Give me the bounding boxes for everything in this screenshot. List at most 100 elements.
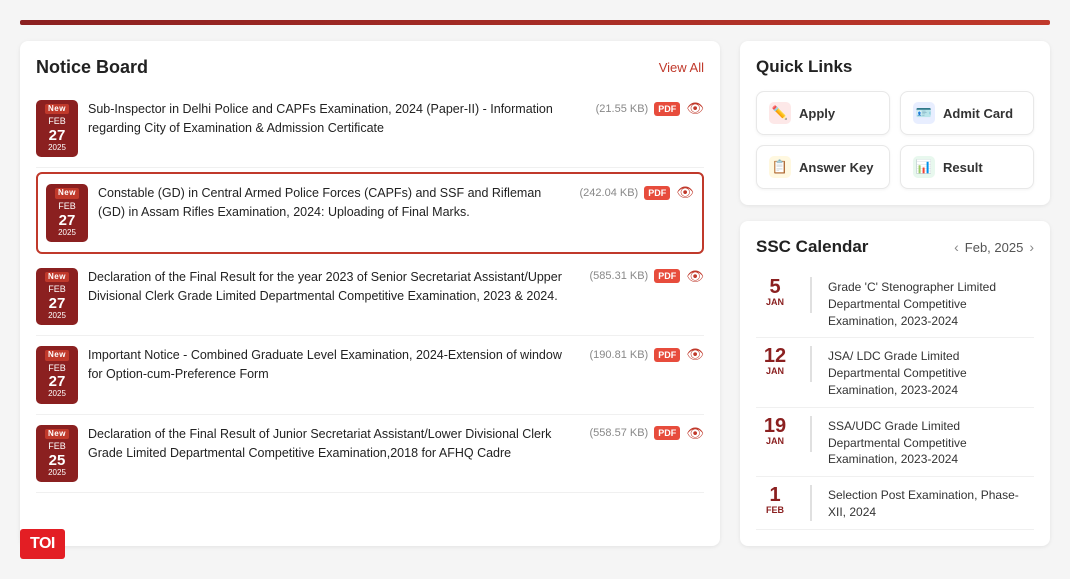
calendar-header: SSC Calendar ‹ Feb, 2025 › bbox=[756, 237, 1034, 257]
notice-text: Declaration of the Final Result for the … bbox=[88, 270, 562, 303]
badge-month: Feb bbox=[58, 201, 76, 213]
calendar-items: 5 JAN Grade 'C' Stenographer Limited Dep… bbox=[756, 269, 1034, 530]
notice-list: New Feb 27 2025 Sub-Inspector in Delhi P… bbox=[36, 90, 704, 493]
admit-label: Admit Card bbox=[943, 106, 1013, 121]
cal-prev-arrow[interactable]: ‹ bbox=[954, 239, 959, 255]
file-size: (242.04 KB) bbox=[580, 187, 639, 199]
badge-year: 2025 bbox=[48, 389, 66, 399]
notice-meta: (585.31 KB) PDF 👁 bbox=[590, 268, 704, 285]
pdf-badge: PDF bbox=[654, 269, 680, 283]
admit-icon: 🪪 bbox=[913, 102, 935, 124]
eye-icon[interactable]: 👁 bbox=[686, 268, 704, 285]
notice-content: Constable (GD) in Central Armed Police F… bbox=[98, 184, 570, 222]
pdf-badge: PDF bbox=[644, 186, 670, 200]
notice-content: Declaration of the Final Result of Junio… bbox=[88, 425, 580, 463]
cal-event-text: SSA/UDC Grade Limited Departmental Compe… bbox=[828, 416, 1034, 468]
toi-badge: TOI bbox=[20, 529, 65, 559]
notice-board: Notice Board View All New Feb 27 2025 Su… bbox=[20, 41, 720, 546]
notice-text: Sub-Inspector in Delhi Police and CAPFs … bbox=[88, 102, 553, 135]
pdf-badge: PDF bbox=[654, 348, 680, 362]
eye-icon[interactable]: 👁 bbox=[676, 184, 694, 201]
result-icon: 📊 bbox=[913, 156, 935, 178]
eye-icon[interactable]: 👁 bbox=[686, 346, 704, 363]
cal-day: 1 bbox=[769, 485, 780, 505]
cal-month: JAN bbox=[766, 297, 784, 307]
cal-divider bbox=[810, 346, 812, 382]
notice-item: New Feb 27 2025 Sub-Inspector in Delhi P… bbox=[36, 90, 704, 168]
answer-icon: 📋 bbox=[769, 156, 791, 178]
notice-item: New Feb 25 2025 Declaration of the Final… bbox=[36, 415, 704, 493]
eye-icon[interactable]: 👁 bbox=[686, 100, 704, 117]
date-badge: New Feb 25 2025 bbox=[36, 425, 78, 482]
badge-day: 27 bbox=[59, 213, 76, 228]
ssc-calendar-section: SSC Calendar ‹ Feb, 2025 › 5 JAN Grade '… bbox=[740, 221, 1050, 546]
cal-next-arrow[interactable]: › bbox=[1029, 239, 1034, 255]
cal-event-text: Grade 'C' Stenographer Limited Departmen… bbox=[828, 277, 1034, 329]
badge-year: 2025 bbox=[48, 143, 66, 153]
badge-year: 2025 bbox=[58, 228, 76, 238]
cal-date-block: 5 JAN bbox=[756, 277, 794, 307]
notice-text: Constable (GD) in Central Armed Police F… bbox=[98, 186, 541, 219]
cal-event-text: Selection Post Examination, Phase-XII, 2… bbox=[828, 485, 1034, 521]
answer-label: Answer Key bbox=[799, 160, 873, 175]
file-size: (190.81 KB) bbox=[590, 349, 649, 361]
notice-content: Declaration of the Final Result for the … bbox=[88, 268, 580, 306]
notice-meta: (21.55 KB) PDF 👁 bbox=[596, 100, 704, 117]
cal-nav: ‹ Feb, 2025 › bbox=[954, 239, 1034, 255]
apply-label: Apply bbox=[799, 106, 835, 121]
notice-content: Important Notice - Combined Graduate Lev… bbox=[88, 346, 580, 384]
quick-link-admit[interactable]: 🪪 Admit Card bbox=[900, 91, 1034, 135]
cal-item: 19 JAN SSA/UDC Grade Limited Departmenta… bbox=[756, 408, 1034, 477]
badge-day: 27 bbox=[49, 296, 66, 311]
main-container: Notice Board View All New Feb 27 2025 Su… bbox=[20, 41, 1050, 546]
file-size: (585.31 KB) bbox=[590, 270, 649, 282]
file-size: (558.57 KB) bbox=[590, 427, 649, 439]
cal-month-label: Feb, 2025 bbox=[965, 240, 1024, 255]
ssc-calendar-title: SSC Calendar bbox=[756, 237, 868, 257]
apply-icon: ✏️ bbox=[769, 102, 791, 124]
cal-item: 1 FEB Selection Post Examination, Phase-… bbox=[756, 477, 1034, 530]
notice-item: New Feb 27 2025 Important Notice - Combi… bbox=[36, 336, 704, 414]
notice-board-header: Notice Board View All bbox=[36, 57, 704, 78]
cal-day: 5 bbox=[769, 277, 780, 297]
notice-meta: (558.57 KB) PDF 👁 bbox=[590, 425, 704, 442]
notice-item: New Feb 27 2025 Declaration of the Final… bbox=[36, 258, 704, 336]
eye-icon[interactable]: 👁 bbox=[686, 425, 704, 442]
cal-date-block: 1 FEB bbox=[756, 485, 794, 515]
notice-text: Declaration of the Final Result of Junio… bbox=[88, 427, 551, 460]
cal-date-block: 19 JAN bbox=[756, 416, 794, 446]
file-size: (21.55 KB) bbox=[596, 103, 649, 115]
badge-day: 27 bbox=[49, 128, 66, 143]
quick-link-result[interactable]: 📊 Result bbox=[900, 145, 1034, 189]
cal-event-text: JSA/ LDC Grade Limited Departmental Comp… bbox=[828, 346, 1034, 398]
quick-link-answer[interactable]: 📋 Answer Key bbox=[756, 145, 890, 189]
cal-month: JAN bbox=[766, 436, 784, 446]
date-badge: New Feb 27 2025 bbox=[36, 346, 78, 403]
badge-year: 2025 bbox=[48, 468, 66, 478]
cal-month: FEB bbox=[766, 505, 784, 515]
pdf-badge: PDF bbox=[654, 426, 680, 440]
result-label: Result bbox=[943, 160, 983, 175]
notice-content: Sub-Inspector in Delhi Police and CAPFs … bbox=[88, 100, 586, 138]
cal-item: 5 JAN Grade 'C' Stenographer Limited Dep… bbox=[756, 269, 1034, 338]
cal-divider bbox=[810, 277, 812, 313]
pdf-badge: PDF bbox=[654, 102, 680, 116]
cal-divider bbox=[810, 485, 812, 521]
notice-board-title: Notice Board bbox=[36, 57, 148, 78]
quick-links-grid: ✏️ Apply 🪪 Admit Card 📋 Answer Key 📊 Res… bbox=[756, 91, 1034, 189]
view-all-link[interactable]: View All bbox=[659, 60, 704, 75]
quick-link-apply[interactable]: ✏️ Apply bbox=[756, 91, 890, 135]
date-badge: New Feb 27 2025 bbox=[46, 184, 88, 241]
badge-year: 2025 bbox=[48, 311, 66, 321]
cal-item: 12 JAN JSA/ LDC Grade Limited Department… bbox=[756, 338, 1034, 407]
cal-divider bbox=[810, 416, 812, 452]
cal-day: 12 bbox=[764, 346, 786, 366]
cal-date-block: 12 JAN bbox=[756, 346, 794, 376]
cal-day: 19 bbox=[764, 416, 786, 436]
date-badge: New Feb 27 2025 bbox=[36, 100, 78, 157]
notice-text: Important Notice - Combined Graduate Lev… bbox=[88, 348, 562, 381]
date-badge: New Feb 27 2025 bbox=[36, 268, 78, 325]
cal-month: JAN bbox=[766, 366, 784, 376]
notice-item: New Feb 27 2025 Constable (GD) in Centra… bbox=[36, 172, 704, 253]
notice-meta: (190.81 KB) PDF 👁 bbox=[590, 346, 704, 363]
